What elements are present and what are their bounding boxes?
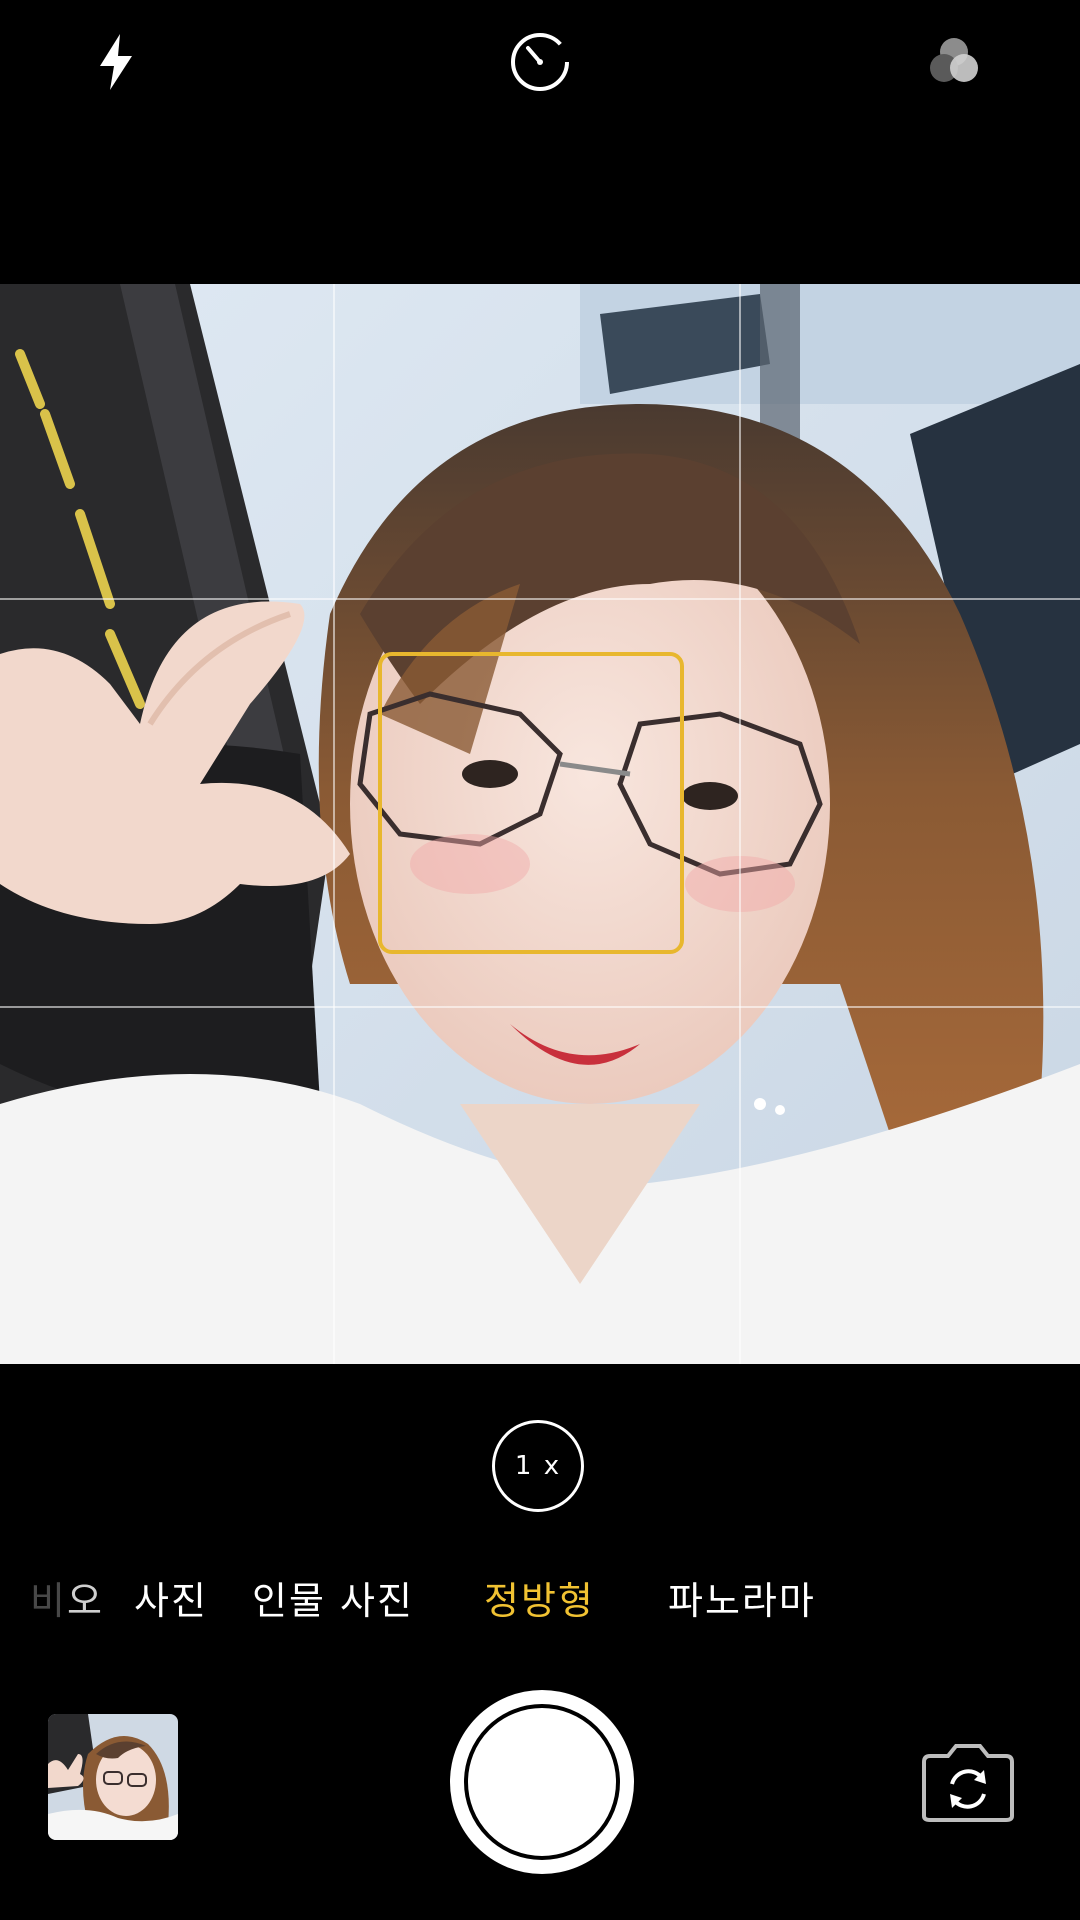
flash-icon[interactable] [80, 26, 152, 98]
grid-line [333, 284, 335, 1364]
timer-icon[interactable] [504, 26, 576, 98]
mode-photo[interactable]: 사진 [134, 1570, 208, 1625]
shutter-inner-ring [464, 1704, 620, 1860]
zoom-label: 1 x [514, 1451, 562, 1481]
mode-panorama[interactable]: 파노라마 [668, 1570, 816, 1625]
mode-portrait[interactable]: 인물 사진 [252, 1570, 414, 1625]
top-bar [0, 0, 1080, 284]
gallery-thumbnail[interactable] [48, 1714, 178, 1840]
mode-square[interactable]: 정방형 [484, 1570, 595, 1625]
thumbnail-image [48, 1714, 178, 1840]
filter-icon[interactable] [918, 26, 990, 98]
grid-line [739, 284, 741, 1364]
shutter-button[interactable] [450, 1690, 634, 1874]
zoom-button[interactable]: 1 x [492, 1420, 584, 1512]
camera-viewfinder[interactable] [0, 284, 1080, 1364]
focus-box [378, 652, 684, 954]
grid-line [0, 1006, 1080, 1008]
mode-video[interactable]: 비오 [30, 1570, 104, 1625]
camera-mode-strip: 비오 사진 인물 사진 정방형 파노라마 [0, 1560, 1080, 1630]
mode-video-partial: 오 [66, 1579, 104, 1623]
grid-line [0, 598, 1080, 600]
switch-camera-icon[interactable] [918, 1738, 1018, 1824]
mode-video-partial-faded: 비 [30, 1579, 67, 1623]
